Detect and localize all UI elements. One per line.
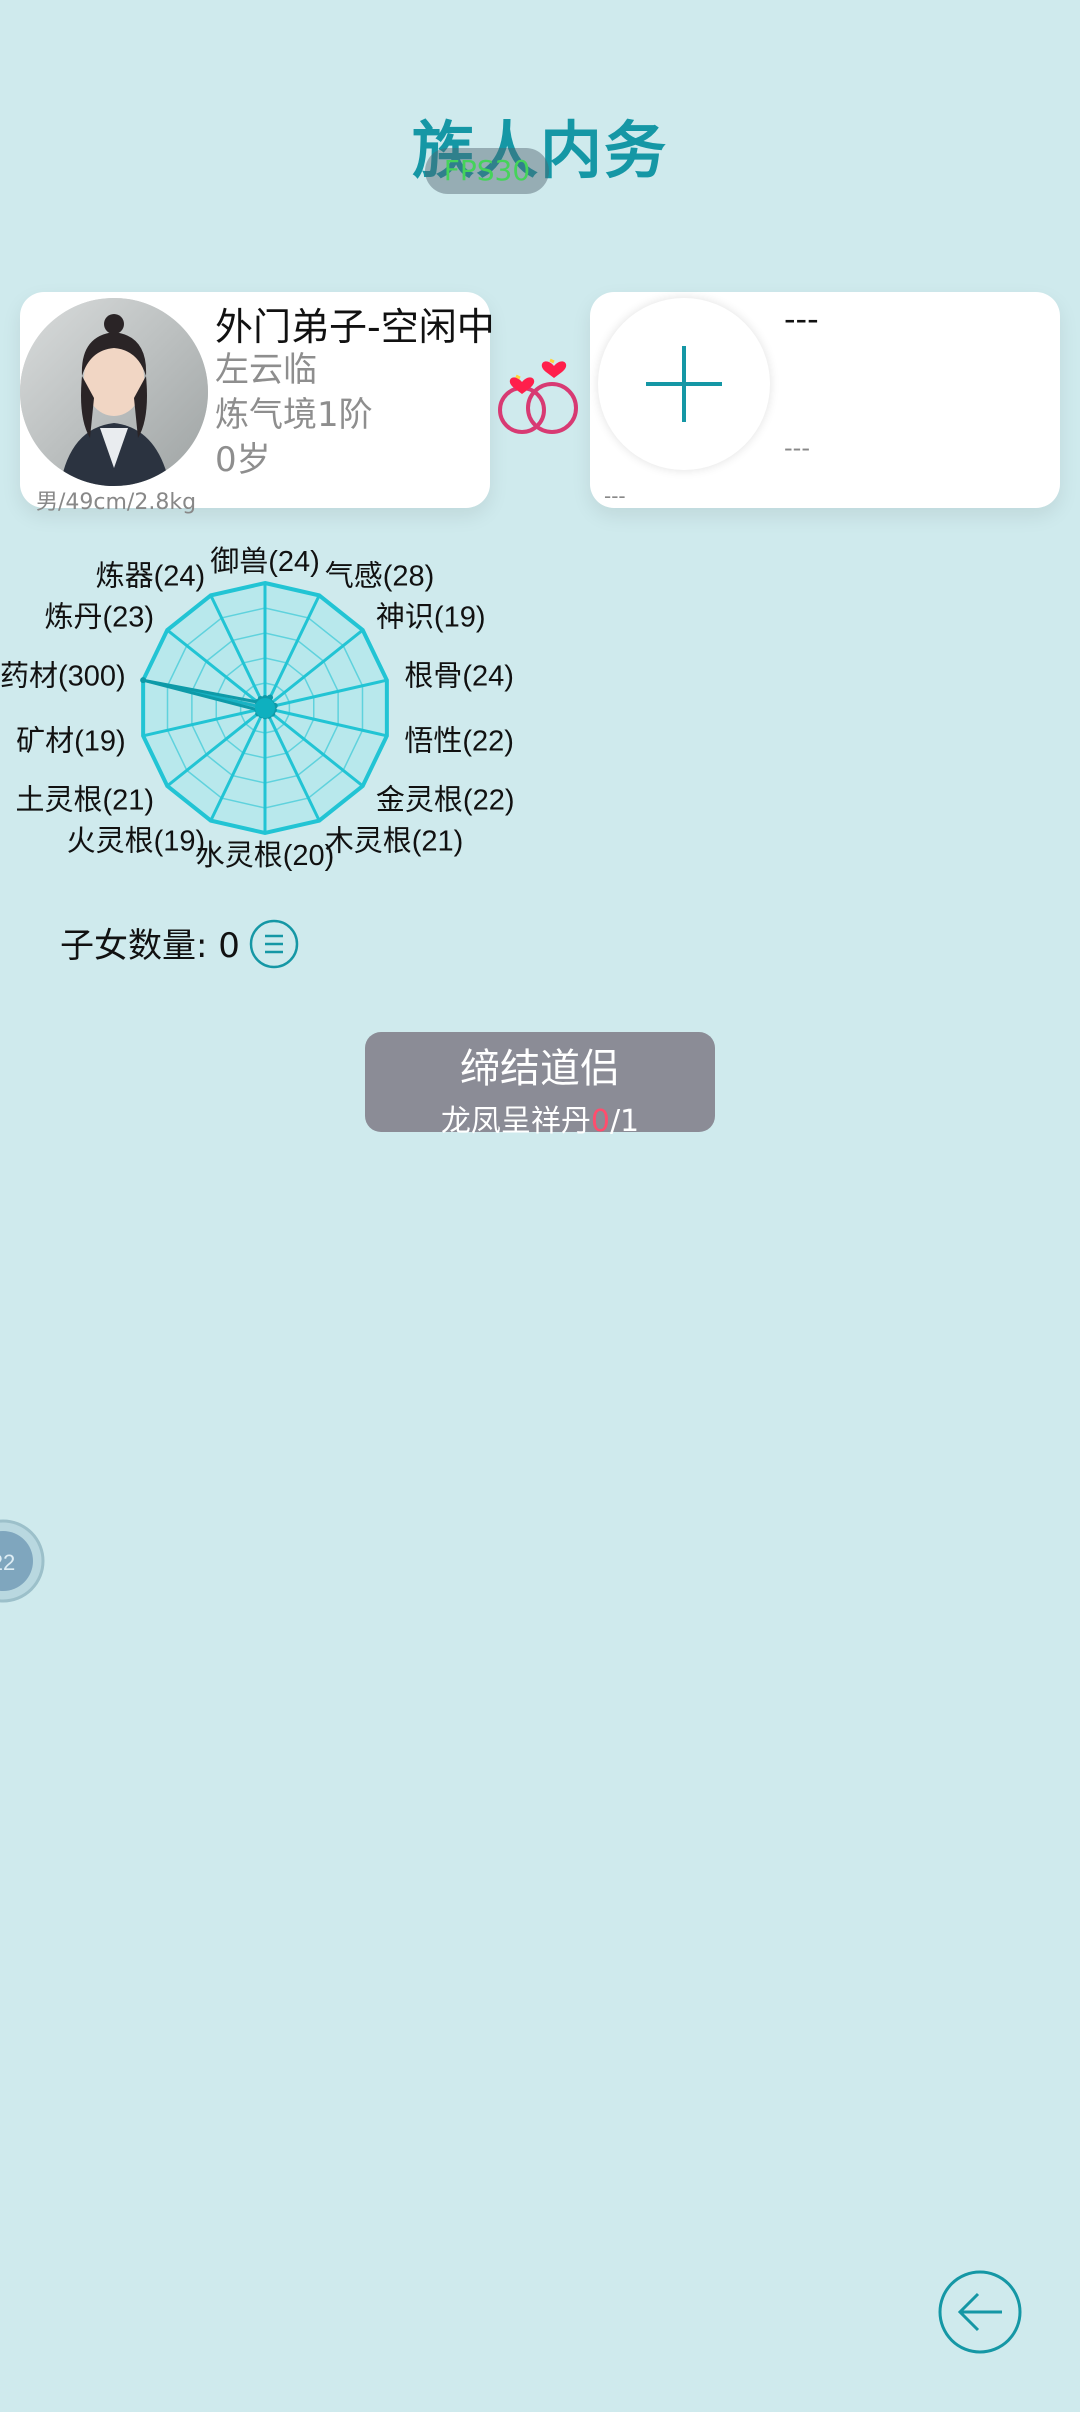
radar-label-1: 气感(28) — [325, 560, 435, 593]
attribute-radar-chart: 御兽(24) 气感(28) 神识(19) 根骨(24) 悟性(22) 金灵根(22) 木灵根… — [0, 545, 515, 872]
avatar — [20, 298, 208, 486]
plus-icon — [646, 346, 722, 422]
side-float-text: 22 — [0, 1550, 15, 1575]
add-partner-button[interactable] — [598, 298, 770, 470]
member-card[interactable]: 外门弟子-空闲中 左云临 炼气境1阶 0岁 男/49cm/2.8kg — [20, 292, 495, 515]
required-item-have: 0 — [590, 1104, 610, 1139]
required-item-need: /1 — [609, 1104, 640, 1139]
member-name: 左云临 — [215, 350, 317, 390]
side-float-button[interactable]: 22 — [0, 1518, 46, 1604]
partner-card[interactable]: --- --- --- — [590, 292, 1060, 508]
children-count: 子女数量: 0 — [60, 926, 240, 966]
member-age: 0岁 — [215, 440, 271, 480]
form-partnership-button[interactable]: 缔结道侣 龙凤呈祥丹0/1 — [365, 1032, 715, 1139]
radar-label-5: 金灵根(22) — [376, 784, 515, 817]
radar-label-9: 土灵根(21) — [15, 784, 154, 817]
radar-label-13: 炼器(24) — [96, 560, 206, 593]
rings-icon — [498, 358, 578, 434]
radar-label-6: 木灵根(21) — [325, 824, 464, 857]
partner-name: --- — [784, 300, 819, 338]
fps-badge: FPS30 — [425, 148, 549, 194]
radar-label-0: 御兽(24) — [210, 545, 320, 578]
member-body-info: 男/49cm/2.8kg — [36, 490, 197, 515]
required-item-name: 龙凤呈祥丹 — [440, 1104, 591, 1139]
partner-info: --- — [604, 484, 626, 508]
radar-center — [255, 698, 275, 718]
form-partnership-label: 缔结道侣 — [460, 1046, 620, 1092]
radar-label-11: 药材(300) — [0, 659, 126, 692]
list-icon[interactable] — [248, 918, 300, 970]
radar-label-12: 炼丹(23) — [44, 600, 154, 633]
radar-label-4: 悟性(22) — [404, 725, 514, 758]
back-arrow-icon[interactable] — [936, 2268, 1024, 2356]
radar-label-8: 火灵根(19) — [67, 824, 206, 857]
member-realm: 炼气境1阶 — [215, 395, 373, 435]
radar-label-2: 神识(19) — [376, 600, 486, 633]
partner-sub: --- — [784, 434, 810, 462]
radar-label-3: 根骨(24) — [404, 659, 514, 692]
radar-point-11 — [140, 677, 147, 684]
required-item: 龙凤呈祥丹0/1 — [365, 1096, 715, 1140]
radar-label-7: 水灵根(20) — [196, 839, 335, 872]
radar-label-10: 矿材(19) — [16, 725, 126, 758]
